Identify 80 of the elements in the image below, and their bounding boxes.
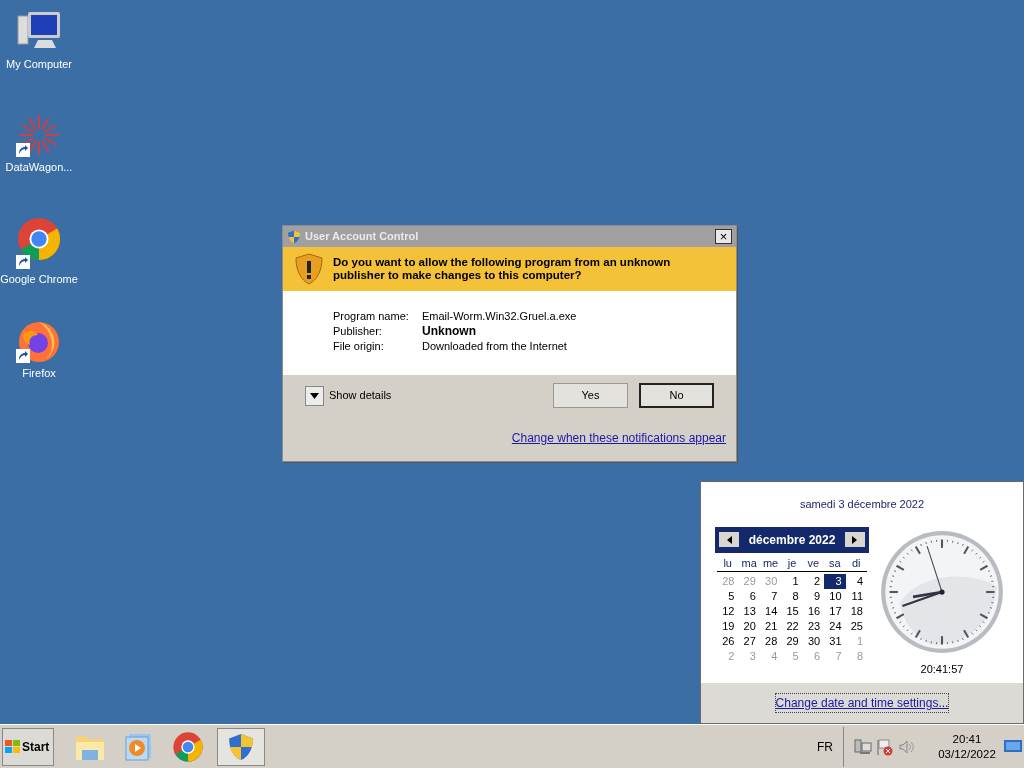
show-details-label[interactable]: Show details	[329, 387, 553, 404]
weekday-label: di	[851, 555, 862, 571]
calendar-day[interactable]: 25	[845, 618, 867, 634]
calendar-day[interactable]: 10	[824, 588, 846, 604]
calendar-day[interactable]: 19	[717, 618, 739, 634]
shield-icon	[227, 732, 255, 761]
calendar-day[interactable]: 15	[781, 603, 803, 619]
chrome-icon	[172, 730, 204, 763]
calendar-day[interactable]: 24	[824, 618, 846, 634]
weekday-label: lu	[722, 555, 733, 571]
warning-shield-icon	[295, 253, 323, 285]
calendar-day[interactable]: 2	[802, 573, 825, 589]
desktop-icon-label[interactable]: Google Chrome	[0, 271, 78, 288]
calendar-day[interactable]: 14	[759, 603, 782, 619]
desktop-icon-label[interactable]: Firefox	[22, 365, 56, 382]
detail-label: File origin:	[333, 340, 385, 353]
notifications-link[interactable]: Change when these notifications appear	[511, 429, 726, 447]
dialog-question: Do you want to allow the following program from an unknown publisher to make changes to this computer?	[333, 255, 672, 282]
clock-time: 20:41:57	[920, 661, 964, 677]
calendar-day[interactable]: 29	[781, 633, 803, 649]
calendar-day[interactable]: 11	[845, 588, 867, 604]
date-time-settings-link[interactable]: Change date and time settings...	[774, 693, 950, 713]
taskbar-button[interactable]	[217, 727, 265, 766]
weekday-label: sa	[828, 555, 842, 571]
calendar-day[interactable]: 20	[738, 618, 760, 634]
calendar-day[interactable]: 13	[738, 603, 760, 619]
detail-value: Unknown	[422, 325, 476, 338]
detail-label: Program name:	[333, 310, 410, 323]
caret-icon	[310, 392, 319, 399]
language-indicator[interactable]: FR	[817, 737, 833, 756]
calendar-day[interactable]: 7	[759, 588, 782, 604]
start-button[interactable]: Start	[2, 727, 54, 766]
flag-icon	[876, 737, 894, 756]
windows-logo-icon	[5, 739, 21, 754]
calendar-day[interactable]: 1	[781, 573, 803, 589]
weekday-label: ve	[806, 555, 821, 571]
calendar-day[interactable]: 12	[717, 603, 739, 619]
right-arrow-icon	[852, 535, 858, 544]
dialog-button[interactable]: No	[639, 383, 714, 408]
calendar-day[interactable]: 3	[824, 573, 846, 589]
calendar-day[interactable]: 5	[717, 588, 739, 604]
left-arrow-icon	[726, 535, 732, 544]
calendar-day[interactable]: 16	[802, 603, 825, 619]
calendar-day[interactable]: 31	[824, 633, 846, 649]
previous-month-button[interactable]	[719, 532, 739, 547]
weekday-label: je	[786, 555, 798, 571]
calendar-day[interactable]: 8	[781, 588, 803, 604]
weekday-label: me	[761, 555, 780, 571]
calendar-day[interactable]: 22	[781, 618, 803, 634]
calendar-day[interactable]: 21	[759, 618, 782, 634]
window-title: User Account Control	[305, 229, 420, 245]
detail-value: Downloaded from the Internet	[422, 340, 567, 353]
calendar-day[interactable]: 27	[738, 633, 760, 649]
calendar-day[interactable]: 4	[845, 573, 867, 589]
shield-icon	[287, 229, 301, 244]
show-details-button[interactable]	[305, 385, 324, 406]
calendar-day[interactable]: 26	[717, 633, 739, 649]
chrome-icon	[16, 216, 62, 262]
calendar-day[interactable]: 9	[802, 588, 825, 604]
next-month-button[interactable]	[845, 532, 865, 547]
calendar-day[interactable]: 30	[802, 633, 825, 649]
dialog-button[interactable]: Yes	[553, 383, 628, 408]
detail-value: Email-Worm.Win32.Gruel.a.exe	[422, 310, 577, 323]
calendar-day[interactable]: 28	[759, 633, 782, 649]
calendar-day[interactable]: 6	[738, 588, 760, 604]
media-player-icon	[124, 731, 154, 762]
calendar-day[interactable]: 18	[845, 603, 867, 619]
weekday-label: ma	[740, 555, 758, 571]
calendar-day[interactable]: 23	[802, 618, 825, 634]
close-button[interactable]: ×	[715, 229, 732, 244]
calendar-day[interactable]: 17	[824, 603, 846, 619]
clock-button[interactable]: 20:41 03/12/2022	[934, 731, 1000, 762]
desktop-icon-label[interactable]: DataWagon...	[5, 159, 73, 176]
burst-icon	[16, 113, 62, 157]
network-icon	[854, 737, 872, 756]
date-heading: samedi 3 décembre 2022	[799, 497, 925, 512]
month-title: décembre 2022	[748, 531, 836, 549]
detail-label: Publisher:	[333, 325, 383, 338]
desktop-icon-label[interactable]: My Computer	[6, 56, 72, 73]
show-desktop-icon[interactable]	[1004, 739, 1022, 754]
